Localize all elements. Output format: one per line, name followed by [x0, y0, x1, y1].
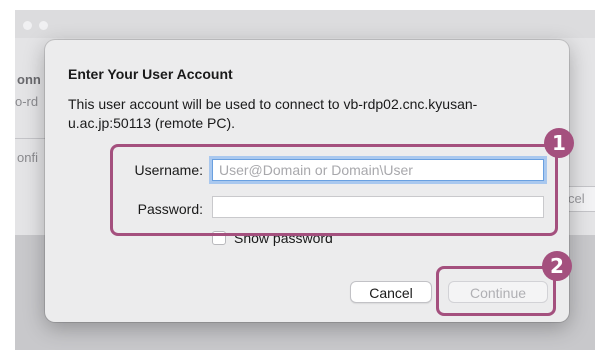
- dialog-description: This user account will be used to connec…: [68, 96, 478, 131]
- background-section-fragment: onfi: [17, 150, 38, 165]
- annotation-badge-1: 1: [544, 128, 574, 158]
- annotation-badge-2: 2: [542, 251, 572, 281]
- window-close-light[interactable]: [23, 21, 32, 30]
- annotation-box-continue: [436, 266, 556, 316]
- annotation-box-credentials: [110, 144, 558, 236]
- background-text-fragment: o-rd: [15, 94, 39, 109]
- background-heading-fragment: onn: [17, 72, 41, 87]
- window-minimize-light[interactable]: [39, 21, 48, 30]
- cancel-button[interactable]: Cancel: [350, 281, 432, 303]
- background-titlebar: [15, 10, 595, 38]
- dialog-title: Enter Your User Account: [68, 66, 233, 82]
